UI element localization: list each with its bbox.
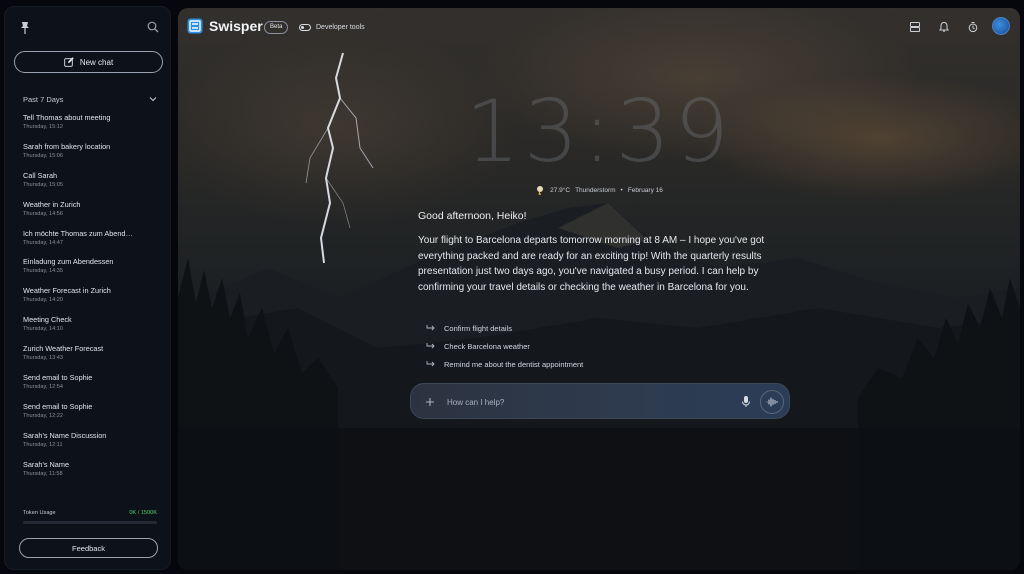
timer-icon[interactable] [967,21,979,33]
suggestion-dentist-reminder[interactable]: Remind me about the dentist appointment [426,355,583,373]
avatar[interactable] [992,17,1010,35]
chat-title: Tell Thomas about meeting [23,113,111,122]
feedback-label: Feedback [72,543,105,553]
chat-title: Ich möchte Thomas zum Abend… [23,228,133,238]
sidebar-header [5,7,170,47]
chat-time: Thursday, 11:58 [23,470,63,477]
weather-date: February 16 [627,186,663,194]
suggestion-label: Check Barcelona weather [444,341,530,351]
app-name: Swisper [209,18,263,34]
chat-time: Thursday, 13:43 [23,355,64,362]
weather-temp: 27.9°C [550,186,571,194]
chat-time: Thursday, 14:35 [23,268,64,275]
token-usage-value: 0K / 1500K [129,510,157,516]
chat-history-item[interactable]: Sarah from bakery location Thursday, 15:0… [23,142,163,171]
token-usage-label: Token Usage [23,510,56,516]
chat-history-item[interactable]: Einladung zum Abendessen Thursday, 14:35 [23,257,163,286]
chat-title: Sarah from bakery location [23,141,111,151]
feedback-button[interactable]: Feedback [19,538,158,558]
new-chat-label: New chat [79,57,114,67]
chat-history-list: Tell Thomas about meeting Thursday, 15:12… [23,113,163,489]
chat-title: Weather Forecast in Zurich [23,286,111,296]
chat-title: Zurich Weather Forecast [23,344,104,354]
chat-history-item[interactable]: Send email to Sophie Thursday, 12:54 [23,373,163,402]
swisper-logo-icon [187,18,203,34]
microphone-icon[interactable] [740,395,752,408]
chat-history-item[interactable]: Tell Thomas about meeting Thursday, 15:12 [23,113,163,142]
suggestion-confirm-flight[interactable]: Confirm flight details [426,319,583,337]
chat-history-item[interactable]: Weather Forecast in Zurich Thursday, 14:2… [23,286,163,315]
pin-icon[interactable] [19,21,31,35]
token-usage-bar [23,521,157,524]
chat-time: Thursday, 15:12 [23,124,64,130]
clock: 13:39 [465,82,733,182]
reply-arrow-icon [426,325,435,331]
weather-condition: Thunderstorm [575,186,616,194]
chat-input[interactable] [447,393,727,411]
chat-time: Thursday, 15:06 [23,152,64,159]
developer-tools-toggle[interactable]: Developer tools [299,20,365,34]
chat-history-item[interactable]: Weather in Zurich Thursday, 14:56 [23,200,163,229]
new-chat-button[interactable]: New chat [14,51,163,73]
voice-mode-button[interactable] [760,390,784,414]
chat-input-bar [410,383,790,419]
chat-history-item[interactable]: Send email to Sophie Thursday, 12:22 [23,402,163,431]
chat-time: Thursday, 12:54 [23,384,64,391]
chat-title: Einladung zum Abendessen [23,257,114,267]
chat-time: Thursday, 15:05 [23,181,64,188]
main-panel: Swisper Beta Developer tools 13:39 27.9°… [178,8,1020,570]
assistant-message: Your flight to Barcelona departs tomorro… [418,235,765,293]
chat-time: Thursday, 12:22 [23,412,64,419]
chat-history-item[interactable]: Ich möchte Thomas zum Abend… Thursday, 14… [23,229,163,258]
chat-title: Send email to Sophie [23,373,93,383]
section-toggle-past-7-days[interactable]: Past 7 Days [23,93,157,105]
chat-history-item[interactable]: Sarah's Name Discussion Thursday, 12:11 [23,431,163,460]
chat-title: Send email to Sophie [23,401,93,411]
chat-history-item[interactable]: Sarah's Name Thursday, 11:58 [23,460,163,489]
suggestion-label: Remind me about the dentist appointment [444,359,584,369]
bell-icon[interactable] [938,21,950,33]
waveform-icon [766,397,778,407]
toggle-icon [299,23,311,31]
chat-history-item[interactable]: Zurich Weather Forecast Thursday, 13:43 [23,344,163,373]
token-usage-row: Token Usage 0K / 1500K [23,510,157,516]
reply-arrow-icon [426,343,435,349]
section-label: Past 7 Days [23,94,64,104]
chat-title: Sarah's Name [23,459,70,469]
plus-icon[interactable] [425,397,435,407]
sidebar: New chat Past 7 Days Tell Thomas about m… [4,6,171,570]
reply-arrow-icon [426,361,435,367]
weather-separator: • [620,186,623,194]
beta-badge: Beta [264,21,289,34]
chat-time: Thursday, 14:10 [23,326,64,333]
chat-title: Meeting Check [23,315,72,325]
chat-time: Thursday, 14:56 [23,210,64,217]
token-usage: Token Usage 0K / 1500K [23,510,157,524]
suggestion-check-weather[interactable]: Check Barcelona weather [426,337,583,355]
chat-time: Thursday, 14:47 [23,239,64,246]
weather-summary: 27.9°C Thunderstorm • February 16 [178,185,1020,195]
chat-history-item[interactable]: Meeting Check Thursday, 14:10 [23,315,163,344]
chat-history-item[interactable]: Call Sarah Thursday, 15:05 [23,171,163,200]
greeting: Good afternoon, Heiko! [418,210,527,222]
suggestion-label: Confirm flight details [444,323,512,333]
suggestion-list: Confirm flight details Check Barcelona w… [426,319,583,373]
database-icon[interactable] [909,21,921,33]
chat-time: Thursday, 14:20 [23,297,64,304]
edit-icon [64,57,74,67]
chat-title: Sarah's Name Discussion [23,430,107,440]
developer-tools-label: Developer tools [316,23,365,31]
search-icon[interactable] [147,21,159,33]
chevron-down-icon [149,97,157,102]
chat-title: Call Sarah [23,170,58,180]
chat-time: Thursday, 12:11 [23,441,63,448]
thunderstorm-icon [537,186,544,195]
chat-title: Weather in Zurich [23,199,81,209]
top-bar: Swisper Beta Developer tools [178,8,1020,46]
